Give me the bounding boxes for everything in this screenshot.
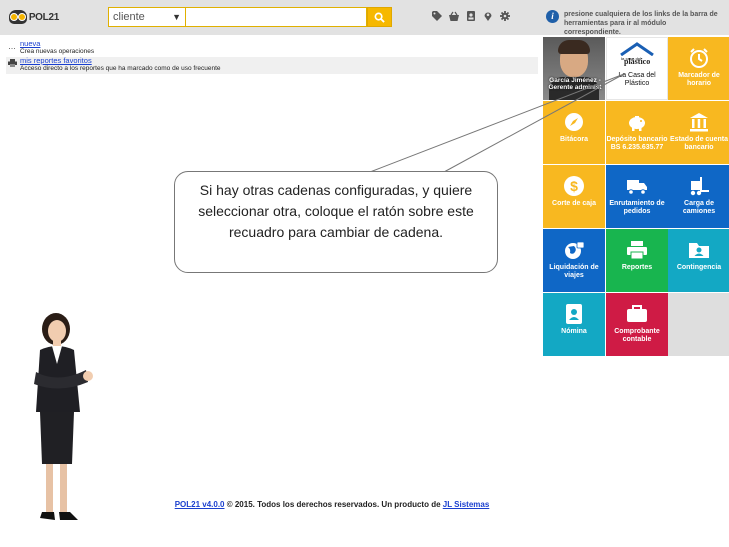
- chevron-down-icon: ▼: [172, 12, 181, 22]
- company-link[interactable]: JL Sistemas: [443, 500, 490, 509]
- tile-reportes[interactable]: Reportes: [606, 229, 668, 292]
- footer: POL21 v4.0.0 © 2015. Todos los derechos …: [0, 500, 664, 509]
- piggy-bank-icon: [626, 111, 648, 133]
- printer-icon: [626, 239, 648, 261]
- compass-icon: [563, 111, 585, 133]
- toolbar-icons: [432, 11, 510, 21]
- badge-user-icon: [563, 303, 585, 325]
- tile-label: Marcador de horario: [678, 72, 720, 87]
- tile-bitacora[interactable]: Bitácora: [543, 101, 605, 164]
- briefcase-icon: [626, 303, 648, 325]
- svg-text:$: $: [570, 178, 578, 194]
- user-caption: García Jiménez - Gerente administ: [548, 77, 602, 91]
- list-item-reportes-favoritos: mis reportes favoritos Acceso directo a …: [6, 57, 538, 74]
- search-input[interactable]: [186, 7, 367, 27]
- tile-enrutamiento-pedidos[interactable]: Enrutamiento de pedidos: [606, 165, 668, 228]
- tile-label: Nómina: [561, 328, 587, 335]
- nueva-description: Crea nuevas operaciones: [20, 48, 95, 55]
- tile-label: Reportes: [621, 264, 653, 271]
- tile-liquidacion-viajes[interactable]: Liquidación de viajes: [543, 229, 605, 292]
- chain-name: La Casa del Plástico: [618, 72, 656, 87]
- app-logo[interactable]: POL21: [9, 9, 59, 25]
- chain-selector-tile[interactable]: la casa del plástico La Casa del Plástic…: [606, 37, 668, 100]
- gear-icon[interactable]: [500, 11, 510, 21]
- tile-label: Contingencia: [676, 264, 722, 271]
- search-button[interactable]: [367, 7, 392, 27]
- toolbar-hint: presione cualquiera de los links de la b…: [564, 11, 718, 36]
- quick-actions-list: … nueva Crea nuevas operaciones mis repo…: [6, 40, 538, 74]
- tile-label: Corte de caja: [552, 200, 596, 207]
- logo-text: POL21: [28, 11, 59, 23]
- search-category-select[interactable]: cliente ▼: [108, 7, 186, 27]
- help-callout: Si hay otras cadenas configuradas, y qui…: [174, 171, 498, 273]
- tile-deposito-bancario[interactable]: Depósito bancario BS 6.235.635.77: [606, 101, 668, 164]
- brand-big-text: plástico: [624, 57, 651, 66]
- tile-label: Liquidación de viajes: [549, 264, 599, 279]
- tile-label: Bitácora: [559, 136, 588, 143]
- globe-lock-icon: [563, 239, 585, 261]
- dollar-coin-icon: $: [563, 175, 585, 197]
- assistant-illustration: [34, 313, 93, 520]
- location-pin-icon[interactable]: [483, 11, 493, 21]
- tile-nomina[interactable]: Nómina: [543, 293, 605, 356]
- contact-card-icon[interactable]: [466, 11, 476, 21]
- id-card-icon: [688, 239, 710, 261]
- reportes-favoritos-description: Acceso directo a los reportes que ha mar…: [20, 65, 221, 72]
- tile-label: Estado de cuenta bancario: [670, 136, 728, 151]
- nueva-link[interactable]: nueva: [20, 40, 94, 48]
- alarm-clock-icon: [688, 47, 710, 69]
- bank-icon: [688, 111, 710, 133]
- tile-empty: [668, 293, 729, 356]
- forklift-icon: [688, 175, 710, 197]
- tile-label: Depósito bancario: [606, 136, 668, 143]
- owl-logo-icon: [9, 10, 27, 24]
- tile-carga-camiones[interactable]: Carga de camiones: [668, 165, 729, 228]
- house-roof-icon: [620, 42, 654, 57]
- tile-marcador-horario[interactable]: Marcador de horario: [668, 37, 729, 100]
- tile-label: Comprobante contable: [614, 328, 660, 343]
- top-toolbar: POL21 cliente ▼ i presione cualquiera de…: [0, 0, 729, 36]
- reportes-favoritos-link[interactable]: mis reportes favoritos: [20, 57, 221, 65]
- list-item-nueva: … nueva Crea nuevas operaciones: [6, 40, 538, 57]
- printer-icon: [8, 59, 20, 70]
- version-link[interactable]: POL21 v4.0.0: [175, 500, 225, 509]
- info-icon: i: [546, 10, 559, 23]
- tile-contingencia[interactable]: Contingencia: [668, 229, 729, 292]
- tile-comprobante-contable[interactable]: Comprobante contable: [606, 293, 668, 356]
- tile-corte-caja[interactable]: $ Corte de caja: [543, 165, 605, 228]
- basket-icon[interactable]: [449, 11, 459, 21]
- tile-label: Carga de camiones: [682, 200, 716, 215]
- search-icon: [374, 12, 385, 23]
- tile-estado-cuenta[interactable]: Estado de cuenta bancario: [668, 101, 729, 164]
- user-profile-tile[interactable]: García Jiménez - Gerente administ: [543, 37, 605, 100]
- brand-logo: la casa del plástico: [619, 42, 655, 68]
- tile-amount: BS 6.235.635.77: [610, 144, 664, 151]
- dots-icon: …: [8, 42, 16, 51]
- search-category-value: cliente: [113, 11, 145, 23]
- truck-icon: [626, 175, 648, 197]
- footer-text: © 2015. Todos los derechos reservados. U…: [224, 500, 443, 509]
- tile-label: Enrutamiento de pedidos: [609, 200, 665, 215]
- tag-icon[interactable]: [432, 11, 442, 21]
